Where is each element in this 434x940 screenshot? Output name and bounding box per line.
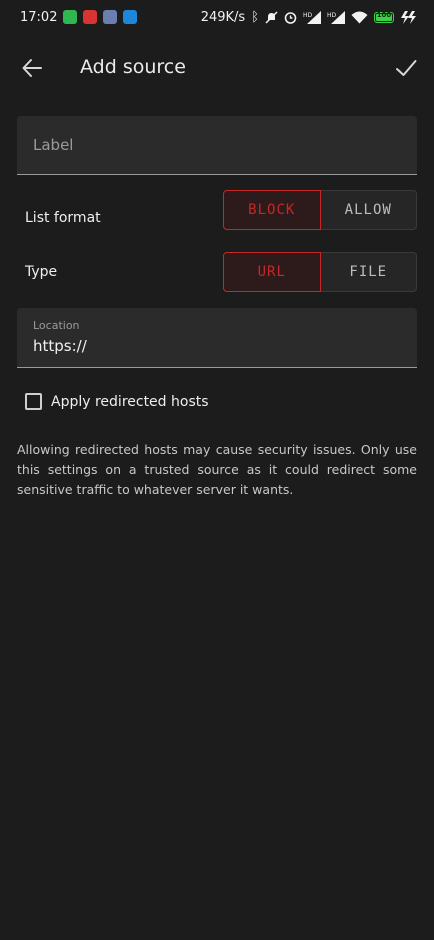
apply-redirected-hosts-checkbox[interactable]	[25, 393, 42, 410]
svg-text:HD: HD	[327, 12, 337, 19]
type-toggle: URL FILE	[223, 252, 417, 292]
signal-hd-icon: HD	[303, 10, 321, 24]
alipay-icon	[123, 10, 138, 24]
label-input[interactable]: Label	[17, 116, 417, 175]
app-bar: Add source	[0, 44, 434, 92]
red-app-icon	[83, 10, 98, 24]
status-time: 17:02	[20, 9, 58, 25]
status-bar: 17:02 249K/s ᛒ HD HD 100	[0, 0, 434, 34]
list-format-label: List format	[25, 210, 101, 226]
bluetooth-icon: ᛒ	[251, 9, 259, 25]
location-field-value: https://	[33, 337, 87, 355]
wifi-icon	[351, 11, 368, 23]
svg-text:HD: HD	[303, 12, 313, 19]
blue-app-icon	[103, 10, 118, 24]
signal-hd-icon: HD	[327, 10, 345, 24]
alarm-icon	[284, 11, 297, 24]
check-icon	[396, 60, 417, 76]
arrow-left-icon	[22, 59, 42, 77]
type-label: Type	[25, 264, 58, 280]
apply-redirected-hosts-label: Apply redirected hosts	[51, 393, 209, 410]
location-input[interactable]: Location https://	[17, 308, 417, 368]
status-bar-right: 249K/s ᛒ HD HD 100	[201, 10, 416, 25]
block-option-button[interactable]: BLOCK	[223, 190, 321, 230]
apply-redirected-hosts-row[interactable]: Apply redirected hosts	[25, 393, 209, 410]
battery-icon: 100	[374, 11, 394, 23]
page-title: Add source	[80, 56, 186, 78]
security-warning-text: Allowing redirected hosts may cause secu…	[17, 442, 417, 497]
location-field-label: Location	[33, 319, 80, 332]
charging-icon	[401, 10, 416, 24]
allow-option-button[interactable]: ALLOW	[320, 190, 417, 230]
url-option-button[interactable]: URL	[223, 252, 321, 292]
list-format-toggle: BLOCK ALLOW	[223, 190, 417, 230]
back-button[interactable]	[18, 54, 46, 82]
wechat-icon	[63, 10, 78, 24]
confirm-button[interactable]	[392, 54, 420, 82]
label-field-placeholder: Label	[33, 136, 74, 154]
mute-icon	[265, 10, 278, 24]
network-speed: 249K/s	[200, 9, 246, 25]
status-bar-left: 17:02	[20, 9, 138, 25]
file-option-button[interactable]: FILE	[320, 252, 417, 292]
